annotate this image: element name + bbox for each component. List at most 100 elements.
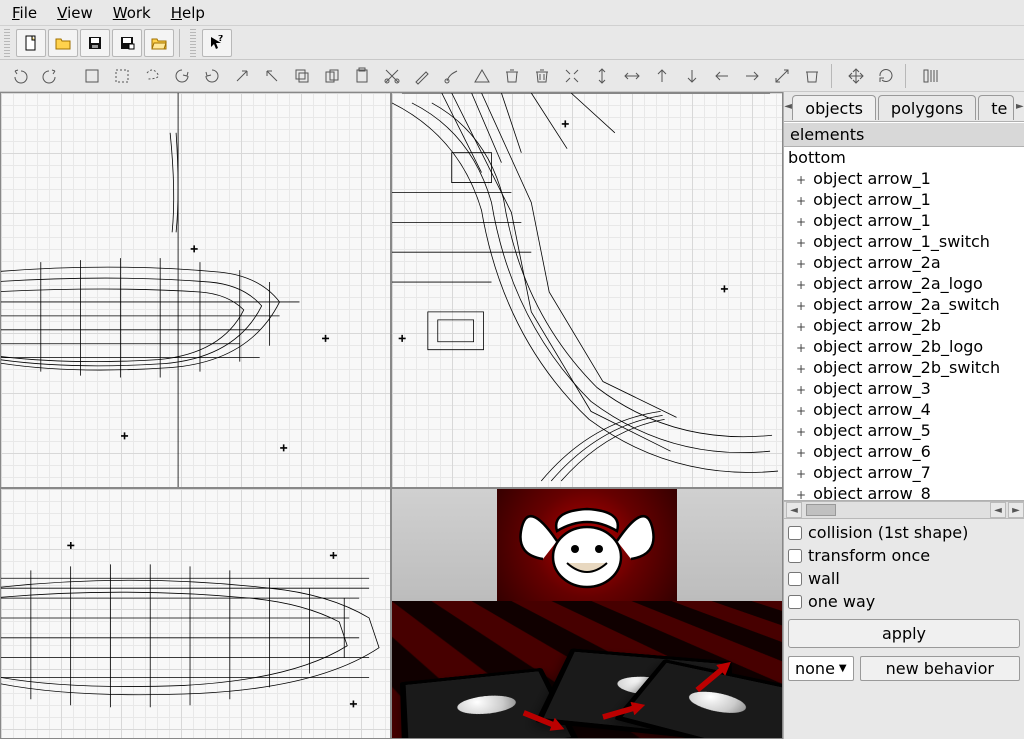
menu-bar: File View Work Help	[0, 0, 1024, 26]
toolbar-separator	[905, 64, 911, 88]
viewport-container: + + + +	[0, 92, 783, 739]
svg-text:+: +	[190, 244, 198, 255]
save-as-button[interactable]	[112, 29, 142, 57]
new-behavior-button[interactable]: new behavior	[860, 656, 1020, 681]
tree-item[interactable]: object arrow_1	[784, 168, 1024, 189]
svg-text:+: +	[120, 431, 128, 442]
edit-toolbar	[0, 60, 1024, 92]
tree-item[interactable]: object arrow_2a	[784, 252, 1024, 273]
viewport-front[interactable]: + + + +	[0, 92, 391, 488]
menu-view[interactable]: View	[53, 2, 97, 24]
save-button[interactable]	[80, 29, 110, 57]
tree-h-scrollbar[interactable]: ◄ ◄ ►	[784, 501, 1024, 519]
toolbar-separator	[831, 64, 837, 88]
tree-item[interactable]: object arrow_7	[784, 462, 1024, 483]
tree-item[interactable]: object arrow_5	[784, 420, 1024, 441]
tab-objects[interactable]: objects	[792, 95, 876, 120]
menu-work[interactable]: Work	[109, 2, 155, 24]
viewport-perspective[interactable]	[391, 488, 783, 739]
panel-tabbar: ◄ objects polygons te ►	[784, 92, 1024, 122]
copy-icon[interactable]	[288, 63, 316, 89]
menu-help[interactable]: Help	[167, 2, 209, 24]
knife-icon[interactable]	[408, 63, 436, 89]
tree-item[interactable]: object arrow_1_switch	[784, 231, 1024, 252]
svg-text:+: +	[321, 334, 329, 345]
tree-item[interactable]: object arrow_2b_switch	[784, 357, 1024, 378]
tab-scroll-left[interactable]: ◄	[784, 93, 792, 121]
tree-item[interactable]: object arrow_1	[784, 210, 1024, 231]
tree-item[interactable]: object arrow_3	[784, 378, 1024, 399]
reload-icon[interactable]	[872, 63, 900, 89]
menu-file[interactable]: File	[8, 2, 41, 24]
viewport-side[interactable]: + + +	[0, 488, 391, 739]
compress-icon[interactable]	[558, 63, 586, 89]
tree-root-node[interactable]: bottom	[784, 147, 1024, 168]
redo-icon[interactable]	[36, 63, 64, 89]
behavior-select[interactable]: none▼	[788, 656, 854, 681]
trash-icon[interactable]	[498, 63, 526, 89]
rotate-ccw-icon[interactable]	[168, 63, 196, 89]
move-tool-icon[interactable]	[842, 63, 870, 89]
tree-item[interactable]: object arrow_2a_logo	[784, 273, 1024, 294]
pointer-nw-icon[interactable]	[258, 63, 286, 89]
svg-text:+: +	[280, 443, 288, 454]
tree-item[interactable]: object arrow_2b_logo	[784, 336, 1024, 357]
transform-once-checkbox[interactable]: transform once	[788, 546, 1020, 565]
cut-icon[interactable]	[378, 63, 406, 89]
tree-item[interactable]: object arrow_8	[784, 483, 1024, 501]
select-lasso-icon[interactable]	[138, 63, 166, 89]
undo-icon[interactable]	[6, 63, 34, 89]
trash-alt-icon[interactable]	[528, 63, 556, 89]
tab-scroll-right[interactable]: ►	[1016, 93, 1024, 121]
rotate-cw-icon[interactable]	[198, 63, 226, 89]
scroll-left2-button[interactable]: ◄	[990, 502, 1006, 518]
main-toolbar: ?	[0, 26, 1024, 60]
viewport-top[interactable]: + + +	[391, 92, 783, 488]
svg-text:+: +	[349, 699, 357, 710]
tree-item[interactable]: object arrow_2a_switch	[784, 294, 1024, 315]
toolbar-grip[interactable]	[190, 29, 196, 57]
brush-icon[interactable]	[438, 63, 466, 89]
apply-button[interactable]: apply	[788, 619, 1020, 648]
wall-checkbox[interactable]: wall	[788, 569, 1020, 588]
paste-icon[interactable]	[348, 63, 376, 89]
pointer-ne-icon[interactable]	[228, 63, 256, 89]
flag-checkboxes: collision (1st shape) transform once wal…	[784, 519, 1024, 615]
new-file-button[interactable]	[16, 29, 46, 57]
help-pointer-button[interactable]: ?	[202, 29, 232, 57]
select-rect-icon[interactable]	[78, 63, 106, 89]
object-tree[interactable]: bottom object arrow_1 object arrow_1 obj…	[784, 147, 1024, 501]
triangle-icon[interactable]	[468, 63, 496, 89]
side-panel: ◄ objects polygons te ► elements bottom …	[783, 92, 1024, 739]
scroll-thumb[interactable]	[806, 504, 836, 516]
scroll-left-button[interactable]: ◄	[786, 502, 802, 518]
tree-item[interactable]: object arrow_2b	[784, 315, 1024, 336]
svg-text:+: +	[720, 284, 728, 295]
arrow-h-icon[interactable]	[618, 63, 646, 89]
tree-item[interactable]: object arrow_4	[784, 399, 1024, 420]
expand-v-icon[interactable]	[588, 63, 616, 89]
open-folder-button[interactable]	[144, 29, 174, 57]
behavior-row: none▼ new behavior	[784, 652, 1024, 685]
tab-polygons[interactable]: polygons	[878, 95, 976, 120]
tab-textures[interactable]: te	[978, 95, 1014, 120]
trash2-icon[interactable]	[798, 63, 826, 89]
toolbar-grip[interactable]	[4, 29, 10, 57]
tree-item[interactable]: object arrow_6	[784, 441, 1024, 462]
svg-text:+: +	[329, 550, 337, 561]
select-dashed-icon[interactable]	[108, 63, 136, 89]
scroll-right-button[interactable]: ►	[1008, 502, 1024, 518]
section-header-elements: elements	[784, 122, 1024, 147]
one-way-checkbox[interactable]: one way	[788, 592, 1020, 611]
arrow-down-icon[interactable]	[678, 63, 706, 89]
arrow-up-icon[interactable]	[648, 63, 676, 89]
open-file-button[interactable]	[48, 29, 78, 57]
duplicate-icon[interactable]	[318, 63, 346, 89]
resize-diag-icon[interactable]	[768, 63, 796, 89]
arrow-left-icon[interactable]	[708, 63, 736, 89]
tree-item[interactable]: object arrow_1	[784, 189, 1024, 210]
arrow-right-icon[interactable]	[738, 63, 766, 89]
svg-text:+: +	[67, 541, 75, 552]
collision-checkbox[interactable]: collision (1st shape)	[788, 523, 1020, 542]
guide-toggle-icon[interactable]	[916, 63, 944, 89]
